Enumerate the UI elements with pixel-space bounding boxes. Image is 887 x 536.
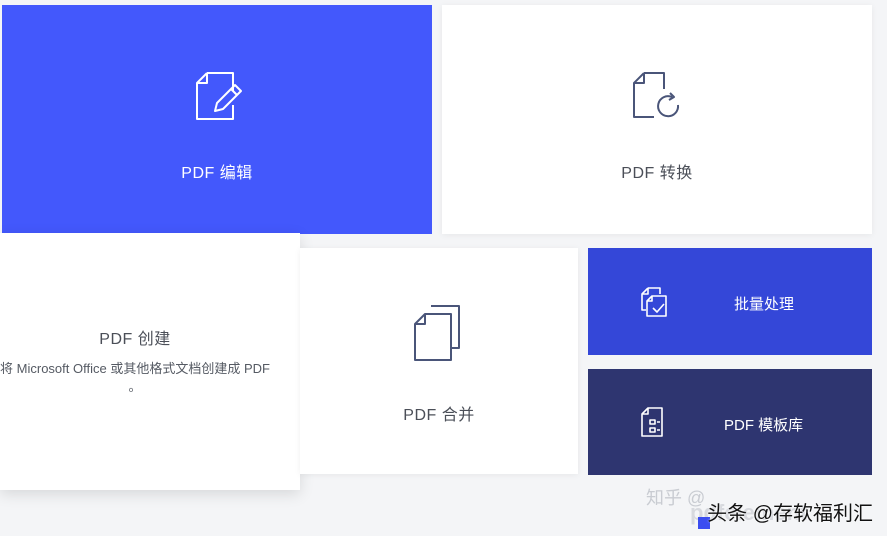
tile-pdf-merge[interactable]: PDF 合并: [300, 248, 578, 474]
tile-pdf-edit[interactable]: PDF 编辑: [2, 5, 432, 234]
tile-batch-process[interactable]: 批量处理: [588, 248, 872, 355]
tile-batch-process-label: 批量处理: [734, 296, 795, 313]
documents-stack-icon: [413, 304, 461, 367]
tile-pdf-create-title: PDF 创建: [99, 331, 171, 348]
tile-pdf-convert[interactable]: PDF 转换: [442, 5, 872, 234]
document-convert-icon: [632, 71, 684, 126]
tile-pdf-edit-label: PDF 编辑: [181, 165, 253, 182]
tile-pdf-merge-label: PDF 合并: [403, 407, 475, 424]
tile-pdf-convert-label: PDF 转换: [621, 165, 693, 182]
document-edit-icon: [195, 71, 243, 126]
template-icon: [640, 406, 668, 443]
batch-process-icon: [640, 286, 668, 323]
tile-pdf-create-description-tail: 。: [128, 379, 142, 394]
tile-pdf-create-description: 将 Microsoft Office 或其他格式文档创建成 PDF: [0, 361, 270, 376]
toutiao-watermark: 头条 @存软福利汇: [707, 503, 873, 525]
tile-pdf-create[interactable]: PDF 创建 将 Microsoft Office 或其他格式文档创建成 PDF…: [0, 233, 300, 490]
tile-pdf-template-label: PDF 模板库: [724, 417, 804, 434]
tile-pdf-template[interactable]: PDF 模板库: [588, 369, 872, 475]
